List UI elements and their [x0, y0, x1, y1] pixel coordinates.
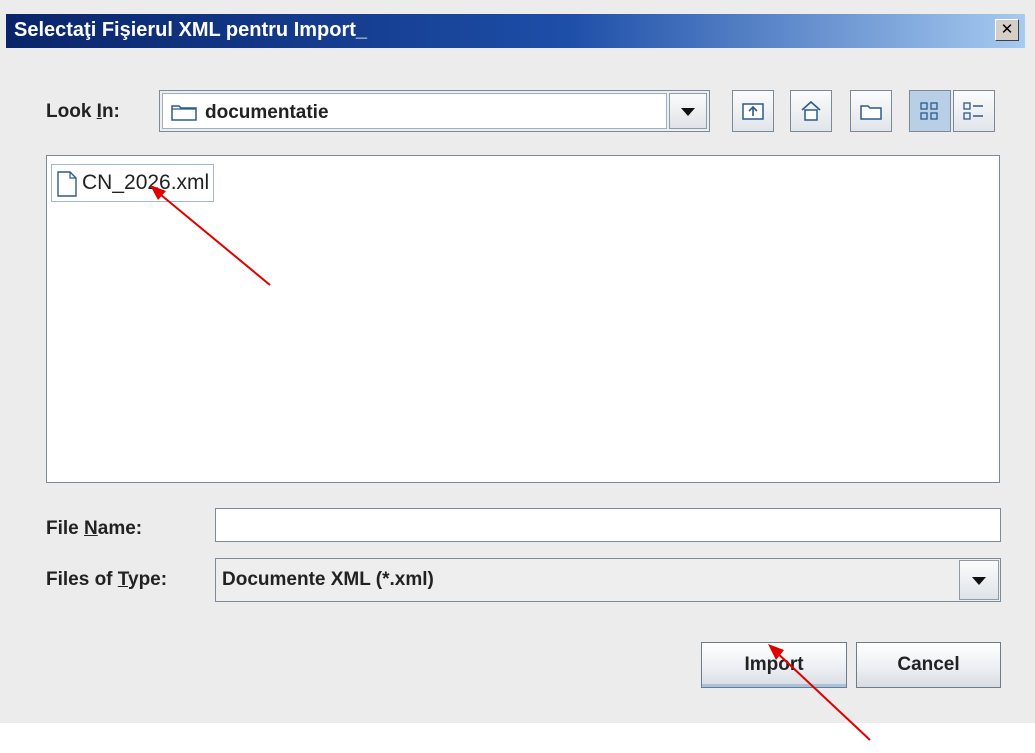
annotation-arrow-file [150, 185, 271, 286]
annotation-arrow-import [768, 644, 871, 741]
annotation-arrows [150, 185, 871, 741]
